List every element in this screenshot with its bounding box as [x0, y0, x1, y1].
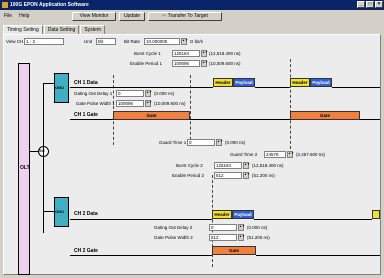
transfer-button[interactable]: ⇐ Transfer To Target	[148, 12, 222, 21]
ch1-payload: Payload	[233, 78, 255, 87]
guard-time-1-input[interactable]: 0	[187, 139, 215, 146]
enable-period-2-label: Enable Period 2	[172, 173, 205, 178]
ch1-data-baseline-3	[332, 87, 380, 88]
onu-2-label: ONU	[55, 209, 64, 214]
burst-cycle-1-ns: (12,518.400 ns)	[209, 51, 241, 56]
ch2-header-2	[372, 210, 380, 219]
ch1-header: Header	[213, 78, 233, 87]
ch2-data-baseline	[70, 219, 212, 220]
transfer-label: Transfer To Target	[167, 13, 208, 19]
onu-1-link	[43, 83, 54, 84]
enable-period-2-spinner[interactable]: ▲▼	[243, 172, 250, 179]
enable-period-1-ns: (10,009.600 ns)	[209, 61, 241, 66]
olt-sg-link	[30, 151, 38, 152]
burst-cycle-1-label: Burst Cycle 1	[134, 51, 161, 56]
ch1-payload-2: Payload	[310, 78, 332, 87]
burst-cycle-2-label: Burst Cycle 2	[176, 163, 203, 168]
enable-period-1-spinner[interactable]: ▲▼	[201, 60, 208, 67]
gating-out-delay-2-input[interactable]: 0	[209, 224, 237, 231]
title-bar: 100G EPON Application Software _ □ ×	[0, 0, 384, 10]
menu-help[interactable]: Help	[19, 13, 29, 19]
enable-period-1-input[interactable]: 100096	[172, 60, 200, 67]
ch1-gate-label: CH 1 Gate	[74, 112, 98, 118]
ch1-gate-baseline-3	[360, 119, 380, 120]
minimize-button[interactable]: _	[357, 1, 365, 8]
guard-time-1-spinner[interactable]: ▲▼	[216, 139, 223, 146]
ch1-data-label: CH 1 Data	[74, 80, 98, 86]
ch1-data-baseline	[70, 87, 213, 88]
gate-pulse-width-1-label: Gate Pulse Width 1	[76, 101, 115, 106]
maximize-button[interactable]: □	[366, 1, 374, 8]
bit-rate-spinner[interactable]: ▲▼	[181, 38, 188, 45]
ch1-header-2: Header	[290, 78, 310, 87]
guide-1	[113, 75, 114, 145]
olt-label: OLT	[20, 165, 30, 171]
onu-1-label: ONU	[55, 85, 64, 90]
unit-select[interactable]: Bit	[96, 38, 116, 45]
ch2-header: Header	[212, 210, 232, 219]
gating-out-delay-1-ns: (0.000 ns)	[154, 91, 175, 96]
update-button[interactable]: Update	[119, 12, 145, 21]
gate-pulse-width-2-ns: (51.200 ns)	[247, 235, 270, 240]
unit-label: Unit	[84, 39, 93, 44]
app-icon	[2, 2, 8, 8]
guide-3	[290, 59, 291, 149]
bit-rate-label: Bit Rate	[124, 39, 141, 44]
burst-cycle-1-spinner[interactable]: ▲▼	[201, 50, 208, 57]
ch2-gate-baseline	[70, 255, 212, 256]
gate-pulse-width-1-spinner[interactable]: ▲▼	[145, 100, 152, 107]
ch2-gate-pulse: Gate	[212, 246, 256, 255]
ch2-payload: Payload	[232, 210, 254, 219]
view-ch-label: View CH	[6, 39, 24, 44]
timing-panel: View CH 1 - 2 Unit Bit Bit Rate 10.00000…	[3, 34, 381, 275]
guard-time-2-label: Guard Time 2	[230, 152, 258, 157]
close-button[interactable]: ×	[375, 1, 383, 8]
tab-strip: Timing Setting Data Setting System	[3, 25, 106, 34]
tab-timing-setting[interactable]: Timing Setting	[3, 25, 43, 34]
ch2-gate-baseline-2	[256, 255, 380, 256]
gating-out-delay-1-spinner[interactable]: ▲▼	[145, 90, 152, 97]
bit-rate-unit: G bit/s	[190, 39, 204, 44]
ch1-gate-baseline	[70, 119, 113, 120]
enable-period-2-ns: (51.200 ns)	[252, 173, 275, 178]
enable-period-1-label: Enable Period 1	[130, 61, 163, 66]
gate-pulse-width-2-input[interactable]: 512	[209, 234, 237, 241]
gating-out-delay-2-label: Gating Out Delay 2	[154, 225, 193, 230]
tab-data-setting[interactable]: Data Setting	[43, 25, 80, 34]
gating-out-delay-2-ns: (0.000 ns)	[247, 225, 268, 230]
app-window: 100G EPON Application Software _ □ × Fil…	[0, 0, 384, 278]
burst-cycle-2-ns: (12,518.400 ns)	[252, 163, 284, 168]
ch1-data-baseline-2	[255, 87, 290, 88]
onu-2-link	[43, 211, 54, 212]
gating-out-delay-1-input[interactable]: 0	[116, 90, 144, 97]
burst-cycle-2-input[interactable]: 125184	[214, 162, 242, 169]
guard-time-1-label: Guard Time 1	[159, 140, 187, 145]
gating-out-delay-1-label: Gating Out Delay 1	[74, 91, 113, 96]
app-title: 100G EPON Application Software	[10, 2, 89, 8]
gate-pulse-width-2-spinner[interactable]: ▲▼	[238, 234, 245, 241]
gate-pulse-width-1-ns: (10,009.600 ns)	[154, 101, 186, 106]
gate-pulse-width-2-label: Gate Pulse Width 2	[154, 235, 193, 240]
gating-out-delay-2-spinner[interactable]: ▲▼	[238, 224, 245, 231]
view-ch-select[interactable]: 1 - 2	[24, 38, 64, 45]
gate-pulse-width-1-input[interactable]: 100096	[116, 100, 144, 107]
guard-time-2-input[interactable]: 24576	[264, 151, 286, 158]
enable-period-2-input[interactable]: 512	[214, 172, 242, 179]
guard-time-1-ns: (0.000 ns)	[225, 140, 246, 145]
view-monitor-button[interactable]: View Monitor	[72, 12, 116, 21]
guard-time-2-spinner[interactable]: ▲▼	[287, 151, 294, 158]
bit-rate-input[interactable]: 10.000000	[144, 38, 180, 45]
ch2-data-label: CH 2 Data	[74, 211, 98, 217]
menu-file[interactable]: File	[4, 13, 12, 19]
ch1-gate-baseline-2	[190, 119, 290, 120]
burst-cycle-2-spinner[interactable]: ▲▼	[243, 162, 250, 169]
ch1-gate-pulse: Gate	[113, 111, 190, 120]
ch2-data-baseline-2	[254, 219, 372, 220]
ch1-gate-pulse-2: Gate	[290, 111, 360, 120]
burst-cycle-1-input[interactable]: 125184	[172, 50, 200, 57]
guard-time-2-ns: (2,457.600 ns)	[296, 152, 326, 157]
guide-2	[190, 75, 191, 145]
ch2-gate-label: CH 2 Gate	[74, 248, 98, 254]
tab-system[interactable]: System	[80, 25, 105, 34]
